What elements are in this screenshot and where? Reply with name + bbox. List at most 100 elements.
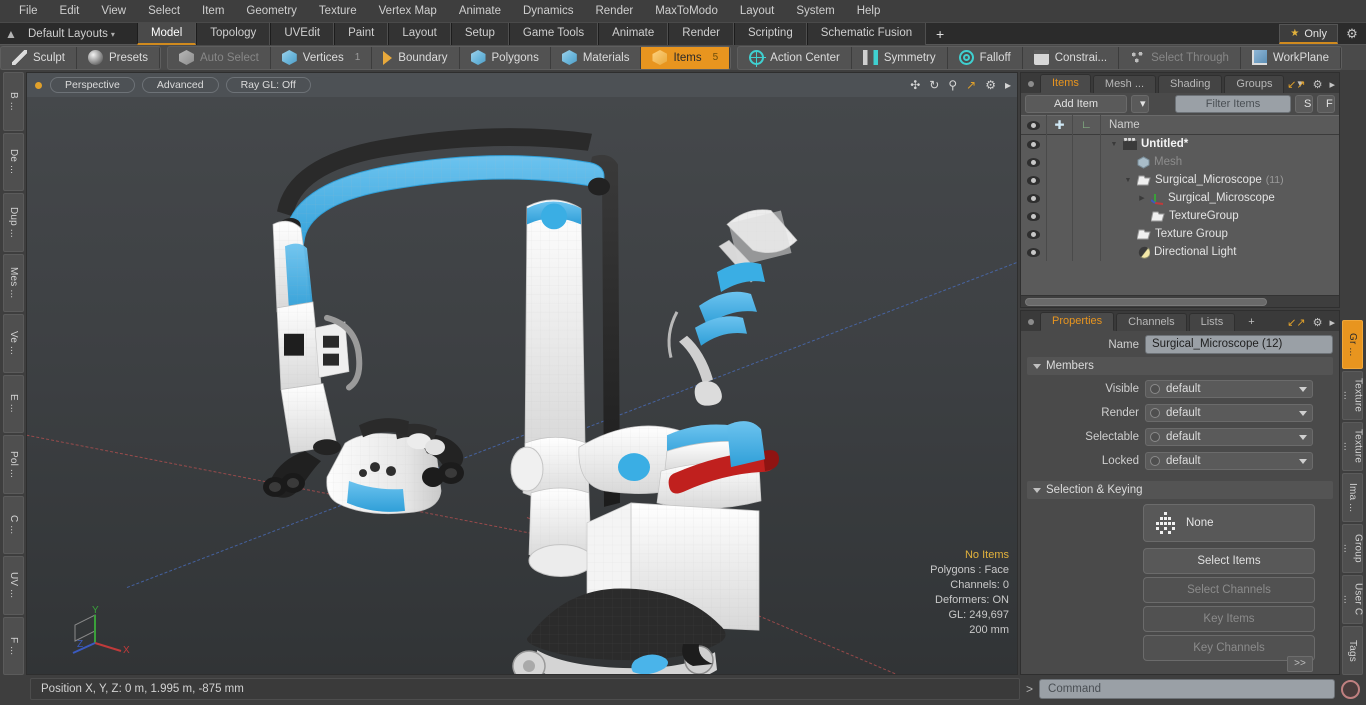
member-dropdown-render[interactable]: default bbox=[1145, 404, 1313, 422]
menu-item-file[interactable]: File bbox=[8, 0, 49, 22]
items-tab-mesh[interactable]: Mesh ... bbox=[1092, 75, 1157, 93]
items-tree-row[interactable]: ▶ Surgical_Microscope bbox=[1021, 189, 1339, 207]
properties-tab-properties[interactable]: Properties bbox=[1040, 312, 1115, 331]
items-tree-row[interactable]: Directional Light bbox=[1021, 243, 1339, 261]
items-tab-shading[interactable]: Shading bbox=[1158, 75, 1223, 93]
expand-icon[interactable]: ↙↗ bbox=[1287, 78, 1305, 91]
layout-tab-topology[interactable]: Topology bbox=[196, 22, 271, 45]
keying-set-selector[interactable]: None bbox=[1143, 504, 1315, 542]
3d-viewport[interactable]: Perspective Advanced Ray GL: Off ✣ ↻ ⚲ ↗… bbox=[26, 72, 1018, 675]
items-tab-items[interactable]: Items bbox=[1040, 74, 1091, 93]
row-link-cell[interactable] bbox=[1047, 189, 1073, 207]
menu-item-edit[interactable]: Edit bbox=[49, 0, 91, 22]
member-radio[interactable] bbox=[1150, 408, 1160, 418]
layout-tab-render[interactable]: Render bbox=[668, 22, 734, 45]
add-item-button[interactable]: Add Item bbox=[1025, 95, 1127, 113]
members-section-header[interactable]: Members bbox=[1027, 357, 1333, 375]
mode-button-action-center[interactable]: Action Center bbox=[738, 46, 852, 69]
items-tree-row[interactable]: Texture Group bbox=[1021, 225, 1339, 243]
menu-item-item[interactable]: Item bbox=[191, 0, 235, 22]
play-arrow-icon[interactable]: ▸ bbox=[1005, 79, 1011, 91]
row-visibility-toggle[interactable] bbox=[1021, 207, 1047, 225]
command-input[interactable]: Command bbox=[1039, 679, 1335, 699]
items-tab-groups[interactable]: Groups bbox=[1224, 75, 1285, 93]
mode-button-vertices[interactable]: Vertices 1 bbox=[271, 46, 373, 69]
left-vtab-4[interactable]: Ve ... bbox=[3, 314, 24, 373]
properties-tab-channels[interactable]: Channels bbox=[1116, 313, 1187, 331]
expand-icon[interactable]: ↙↗ bbox=[1287, 316, 1305, 329]
left-vtab-5[interactable]: E ... bbox=[3, 374, 24, 433]
layout-tab-game-tools[interactable]: Game Tools bbox=[508, 22, 599, 45]
filter-items-input[interactable]: Filter Items bbox=[1175, 95, 1291, 113]
viewport-canvas[interactable]: Y X Z No Items Polygons : Face Channels:… bbox=[27, 97, 1017, 674]
gear-icon[interactable]: ⚙ bbox=[1313, 316, 1323, 329]
row-axis-cell[interactable] bbox=[1073, 207, 1101, 225]
row-visibility-toggle[interactable] bbox=[1021, 189, 1047, 207]
add-layout-button[interactable]: + bbox=[926, 23, 954, 45]
right-vtab-5[interactable]: User C ... bbox=[1342, 575, 1364, 624]
member-dropdown-selectable[interactable]: default bbox=[1145, 428, 1313, 446]
items-tree-row[interactable]: ▼ Surgical_Microscope (11) bbox=[1021, 171, 1339, 189]
row-link-cell[interactable] bbox=[1047, 207, 1073, 225]
right-vtab-0[interactable]: Gr ... bbox=[1342, 320, 1363, 369]
menu-item-view[interactable]: View bbox=[90, 0, 137, 22]
viewport-raygl-pill[interactable]: Ray GL: Off bbox=[225, 77, 311, 93]
move-icon[interactable]: ✣ bbox=[910, 79, 920, 91]
left-vtab-2[interactable]: Dup ... bbox=[3, 193, 24, 252]
menu-item-vertex-map[interactable]: Vertex Map bbox=[368, 0, 448, 22]
mode-button-items[interactable]: Items 5 bbox=[641, 46, 731, 69]
row-visibility-toggle[interactable] bbox=[1021, 225, 1047, 243]
menu-item-maxtomodo[interactable]: MaxToModo bbox=[644, 0, 729, 22]
mode-button-boundary[interactable]: Boundary bbox=[372, 46, 460, 69]
left-vtab-1[interactable]: De ... bbox=[3, 132, 24, 191]
default-layouts-dropdown[interactable]: Default Layouts ▾ bbox=[22, 28, 125, 40]
row-twist-icon[interactable]: ▼ bbox=[1123, 177, 1133, 184]
mode-button-presets[interactable]: Presets bbox=[77, 46, 160, 69]
layout-tab-layout[interactable]: Layout bbox=[388, 22, 451, 45]
mode-button-constrai[interactable]: Constrai... bbox=[1023, 46, 1120, 69]
expand-icon[interactable]: ↗ bbox=[966, 79, 976, 91]
right-vtab-1[interactable]: Texture ... bbox=[1342, 371, 1364, 420]
mode-button-symmetry[interactable]: Symmetry bbox=[852, 46, 948, 69]
layout-tab-paint[interactable]: Paint bbox=[334, 22, 389, 45]
item-name-input[interactable]: Surgical_Microscope (12) bbox=[1145, 335, 1333, 354]
row-twist-icon[interactable]: ▼ bbox=[1109, 141, 1119, 148]
menu-item-render[interactable]: Render bbox=[584, 0, 644, 22]
zoom-icon[interactable]: ⚲ bbox=[948, 79, 957, 91]
right-vtab-2[interactable]: Texture ... bbox=[1342, 422, 1364, 471]
mode-button-materials[interactable]: Materials bbox=[551, 46, 642, 69]
properties-tab-+[interactable]: + bbox=[1237, 314, 1265, 331]
layout-tab-animate[interactable]: Animate bbox=[598, 22, 669, 45]
mode-button-falloff[interactable]: Falloff bbox=[948, 46, 1023, 69]
viewport-projection-pill[interactable]: Perspective bbox=[50, 77, 135, 93]
layout-tab-model[interactable]: Model bbox=[136, 22, 197, 45]
menu-item-system[interactable]: System bbox=[785, 0, 845, 22]
row-axis-cell[interactable] bbox=[1073, 189, 1101, 207]
mode-button-polygons[interactable]: Polygons bbox=[460, 46, 551, 69]
member-radio[interactable] bbox=[1150, 456, 1160, 466]
panel-menu-dot[interactable] bbox=[1028, 81, 1034, 87]
row-link-cell[interactable] bbox=[1047, 243, 1073, 261]
row-link-cell[interactable] bbox=[1047, 135, 1073, 153]
gear-icon[interactable]: ⚙ bbox=[985, 79, 996, 91]
chevron-right-icon[interactable]: ▸ bbox=[1329, 78, 1335, 91]
row-visibility-toggle[interactable] bbox=[1021, 243, 1047, 261]
right-vtab-6[interactable]: Tags bbox=[1342, 626, 1363, 675]
properties-tab-lists[interactable]: Lists bbox=[1188, 313, 1236, 331]
row-axis-cell[interactable] bbox=[1073, 171, 1101, 189]
items-tree-row[interactable]: ▼ Untitled* bbox=[1021, 135, 1339, 153]
menu-item-help[interactable]: Help bbox=[846, 0, 892, 22]
keying-button-select-items[interactable]: Select Items bbox=[1143, 548, 1315, 574]
row-axis-cell[interactable] bbox=[1073, 135, 1101, 153]
menu-item-dynamics[interactable]: Dynamics bbox=[512, 0, 584, 22]
row-axis-cell[interactable] bbox=[1073, 225, 1101, 243]
surgical-microscope-model[interactable] bbox=[27, 97, 1017, 674]
gear-icon[interactable]: ⚙ bbox=[1313, 78, 1323, 91]
menu-item-animate[interactable]: Animate bbox=[448, 0, 512, 22]
mode-button-workplane[interactable]: WorkPlane bbox=[1241, 46, 1341, 69]
layout-tab-setup[interactable]: Setup bbox=[450, 22, 509, 45]
right-vtab-4[interactable]: Group ... bbox=[1342, 524, 1364, 573]
row-visibility-toggle[interactable] bbox=[1021, 171, 1047, 189]
record-icon[interactable] bbox=[1341, 679, 1360, 699]
panel-menu-dot[interactable] bbox=[1028, 319, 1034, 325]
